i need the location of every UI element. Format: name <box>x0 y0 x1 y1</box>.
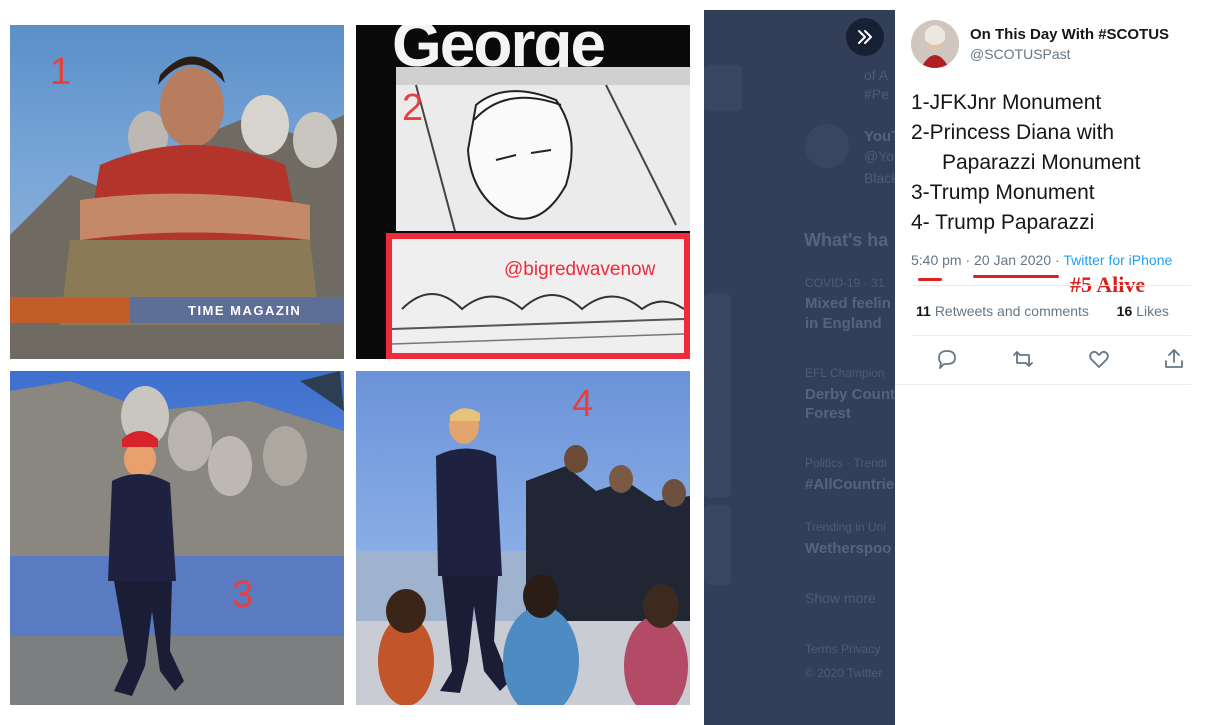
meta-separator: · <box>965 252 971 268</box>
tweet-actions <box>895 347 1213 377</box>
ghost-text: #AllCountrie <box>805 476 895 493</box>
photo-panel-trump-paparazzi: 4 <box>356 371 690 705</box>
photo-panel-trump-monument: 3 <box>10 371 344 705</box>
tweet-stats: 11 Retweets and comments 16 Likes <box>916 303 1169 319</box>
ghost-text: Trending in Uni <box>805 520 886 534</box>
avatar[interactable] <box>911 20 959 68</box>
watermark-text: @bigredwavenow <box>504 259 656 280</box>
avatar-image <box>911 20 959 68</box>
divider <box>911 335 1191 336</box>
red-underline <box>973 275 1059 278</box>
magazine-caption: TIME MAGAZIN <box>188 303 302 318</box>
tweet-photo-viewer: TIME MAGAZIN 1 George @bigredwavenow 2 3… <box>0 0 1213 725</box>
trump-monument-illustration <box>10 371 344 705</box>
ghost-text: Mixed feelin <box>805 295 891 312</box>
heart-icon <box>1089 350 1109 368</box>
ghost-text: COVID-19 · 31 <box>805 276 885 290</box>
retweets-stat[interactable]: 11 Retweets and comments <box>916 303 1089 319</box>
tweet-line: Paparazzi Monument <box>942 151 1141 174</box>
red-underline <box>918 278 942 281</box>
ghost-text: EFL Champion <box>805 366 885 380</box>
ghost-heading: What's ha <box>804 230 889 250</box>
tweet-line: 4- Trump Paparazzi <box>911 211 1095 234</box>
user-handle[interactable]: @SCOTUSPast <box>970 46 1071 62</box>
ghost-text: in England <box>805 315 882 332</box>
ghost-text: Forest <box>805 405 851 422</box>
ghost-text: @Yo <box>864 148 895 164</box>
photo-panel-diana: George @bigredwavenow 2 <box>356 25 690 359</box>
retweets-count: 11 <box>916 303 931 319</box>
ghost-text: #Pe <box>864 86 889 102</box>
ghost-text: of A <box>864 67 889 83</box>
ghost-thumb <box>704 293 731 498</box>
ghost-thumb <box>704 505 731 585</box>
ghost-text: © 2020 Twitter <box>805 666 883 680</box>
chevrons-right-icon <box>858 30 872 44</box>
display-name[interactable]: On This Day With #SCOTUS <box>970 26 1169 43</box>
likes-count: 16 <box>1116 303 1133 319</box>
tweet-line: 1-JFKJnr Monument <box>911 91 1102 114</box>
tweet-detail: On This Day With #SCOTUS @SCOTUSPast 1-J… <box>895 10 1213 725</box>
ghost-text: YouT <box>864 128 895 145</box>
tweet-time[interactable]: 5:40 pm <box>911 252 962 268</box>
divider <box>895 384 1191 385</box>
ghost-text: Black <box>864 170 895 186</box>
photo-panel-jfk-jr: TIME MAGAZIN 1 <box>10 25 344 359</box>
paparazzi-sketch <box>392 293 684 345</box>
panel-number: 3 <box>232 574 254 616</box>
tweet-date[interactable]: 20 Jan 2020 <box>974 252 1051 268</box>
tweet-line: 3-Trump Monument <box>911 181 1095 204</box>
ghost-avatar <box>805 124 849 168</box>
divider <box>911 285 1191 286</box>
tweet-line: 2-Princess Diana with <box>911 121 1115 144</box>
reply-button[interactable] <box>935 347 961 373</box>
watermark-box: @bigredwavenow <box>386 233 690 359</box>
panel-number: 2 <box>402 87 424 129</box>
tweet-text: 1-JFKJnr Monument 2-Princess Diana with … <box>911 88 1207 238</box>
panel-number: 4 <box>572 383 594 425</box>
reply-icon <box>938 350 956 369</box>
retweet-button[interactable] <box>1011 347 1037 373</box>
ghost-text: Terms Privacy <box>805 642 881 656</box>
likes-label: Likes <box>1136 303 1169 319</box>
ghost-text: Politics · Trendi <box>805 456 888 470</box>
ghost-card <box>704 65 742 111</box>
panel-number: 1 <box>50 51 72 93</box>
ghost-text: Wetherspoo <box>805 540 892 557</box>
trump-paparazzi-illustration <box>356 408 690 705</box>
share-icon <box>1165 349 1183 368</box>
meta-separator: · <box>1055 252 1060 268</box>
likes-stat[interactable]: 16 Likes <box>1117 303 1169 319</box>
retweets-label: Retweets and comments <box>934 303 1089 319</box>
tweet-photo[interactable]: TIME MAGAZIN 1 George @bigredwavenow 2 3… <box>0 0 704 725</box>
expand-button[interactable] <box>846 18 884 56</box>
ghost-text: Show more <box>805 590 876 606</box>
share-button[interactable] <box>1162 347 1188 373</box>
retweet-icon <box>1013 351 1033 367</box>
dimmed-timeline-overlay[interactable]: of A #Pe YouT @Yo Black What's ha COVID-… <box>704 10 895 725</box>
tweet-meta: 5:40 pm · 20 Jan 2020 · Twitter for iPho… <box>911 252 1172 268</box>
like-button[interactable] <box>1087 347 1113 373</box>
ghost-text: Derby Count <box>805 386 895 403</box>
tweet-source-link[interactable]: Twitter for iPhone <box>1063 252 1172 268</box>
